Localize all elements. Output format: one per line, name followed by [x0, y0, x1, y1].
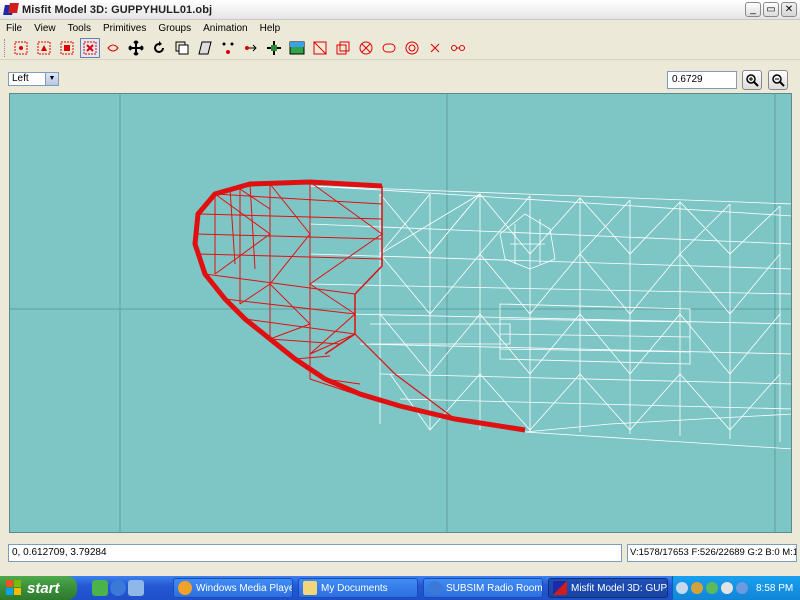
zoom-out-button[interactable]	[768, 70, 788, 90]
task-label: My Documents	[321, 582, 388, 594]
zoom-in-icon	[746, 74, 759, 87]
quicklaunch-desktop-icon[interactable]	[128, 580, 144, 596]
media-player-icon	[178, 581, 192, 595]
menu-groups[interactable]: Groups	[152, 23, 197, 34]
create-rectangle-icon[interactable]	[310, 38, 330, 58]
network-icon[interactable]	[706, 582, 718, 594]
start-label: start	[27, 579, 60, 597]
system-tray: 8:58 PM	[672, 576, 800, 600]
scale-icon[interactable]	[172, 38, 192, 58]
close-button[interactable]: ✕	[781, 2, 797, 17]
texture-projection-icon[interactable]	[287, 38, 307, 58]
menu-view[interactable]: View	[28, 23, 62, 34]
window-title: Misfit Model 3D: GUPPYHULL01.obj	[22, 3, 213, 16]
joint-icon[interactable]	[264, 38, 284, 58]
create-cube-icon[interactable]	[333, 38, 353, 58]
menu-file[interactable]: File	[0, 23, 28, 34]
task-windows-media-player[interactable]: Windows Media Player	[173, 578, 293, 598]
create-ellipse-icon[interactable]	[356, 38, 376, 58]
title-bar: Misfit Model 3D: GUPPYHULL01.obj _ ▭ ✕	[0, 0, 800, 20]
toolbar-grip[interactable]	[4, 38, 7, 57]
selected-bow-mesh	[192, 179, 526, 433]
select-vertices-icon[interactable]	[11, 38, 31, 58]
windows-logo-icon	[6, 580, 22, 596]
chevron-down-icon[interactable]: ▼	[45, 73, 58, 85]
model-statistics: V:1578/17653 F:526/22689 G:2 B:0 M:1	[627, 544, 797, 562]
select-groups-icon[interactable]	[57, 38, 77, 58]
toolbar	[0, 36, 800, 60]
create-cylinder-icon[interactable]	[379, 38, 399, 58]
task-my-documents[interactable]: My Documents	[298, 578, 418, 598]
move-icon[interactable]	[126, 38, 146, 58]
menu-animation[interactable]: Animation	[197, 23, 253, 34]
shear-icon[interactable]	[195, 38, 215, 58]
select-bone-icon[interactable]	[80, 37, 100, 58]
taskbar: start Windows Media Player My Documents …	[0, 576, 800, 600]
quicklaunch-ie-icon[interactable]	[110, 580, 126, 596]
tray-app-icon[interactable]	[691, 582, 703, 594]
task-subsim-radio-room[interactable]: SUBSIM Radio Room ...	[423, 578, 543, 598]
maximize-button[interactable]: ▭	[763, 2, 779, 17]
menu-bar: File View Tools Primitives Groups Animat…	[0, 20, 800, 36]
view-direction-value: Left	[12, 73, 29, 84]
view-direction-select[interactable]: Left ▼	[8, 72, 59, 86]
app-icon	[3, 2, 19, 17]
chevron-left-icon[interactable]	[676, 582, 688, 594]
task-misfit-model-3d[interactable]: Misfit Model 3D: GUP...	[548, 578, 668, 598]
folder-icon	[303, 581, 317, 595]
create-polygon-icon[interactable]	[425, 38, 445, 58]
zoom-input[interactable]: 0.6729	[667, 71, 737, 89]
rotate-icon[interactable]	[149, 38, 169, 58]
task-label: SUBSIM Radio Room ...	[446, 582, 543, 594]
security-icon[interactable]	[736, 582, 748, 594]
menu-help[interactable]: Help	[254, 23, 287, 34]
menu-primitives[interactable]: Primitives	[97, 23, 152, 34]
status-bar: 0, 0.612709, 3.79284 V:1578/17653 F:526/…	[0, 541, 800, 565]
model-viewport[interactable]	[9, 93, 792, 533]
select-point-icon[interactable]	[103, 38, 123, 58]
volume-icon[interactable]	[721, 582, 733, 594]
view-controls: Left ▼ 0.6729	[0, 62, 800, 90]
zoom-in-button[interactable]	[742, 70, 762, 90]
cursor-coordinates: 0, 0.612709, 3.79284	[8, 544, 622, 562]
start-button[interactable]: start	[0, 576, 77, 600]
create-torus-icon[interactable]	[402, 38, 422, 58]
browser-icon	[428, 581, 442, 595]
task-label: Misfit Model 3D: GUP...	[571, 582, 668, 594]
attach-vertex-icon[interactable]	[218, 38, 238, 58]
clock: 8:58 PM	[756, 582, 794, 594]
menu-tools[interactable]: Tools	[62, 23, 97, 34]
quicklaunch-app-icon[interactable]	[92, 580, 108, 596]
minimize-button[interactable]: _	[745, 2, 761, 17]
attach-point-icon[interactable]	[241, 38, 261, 58]
zoom-out-icon	[772, 74, 785, 87]
create-bone-icon[interactable]	[448, 38, 468, 58]
wireframe-canvas[interactable]	[10, 94, 792, 533]
select-faces-icon[interactable]	[34, 38, 54, 58]
misfit-app-icon	[553, 581, 567, 595]
task-label: Windows Media Player	[196, 582, 293, 594]
